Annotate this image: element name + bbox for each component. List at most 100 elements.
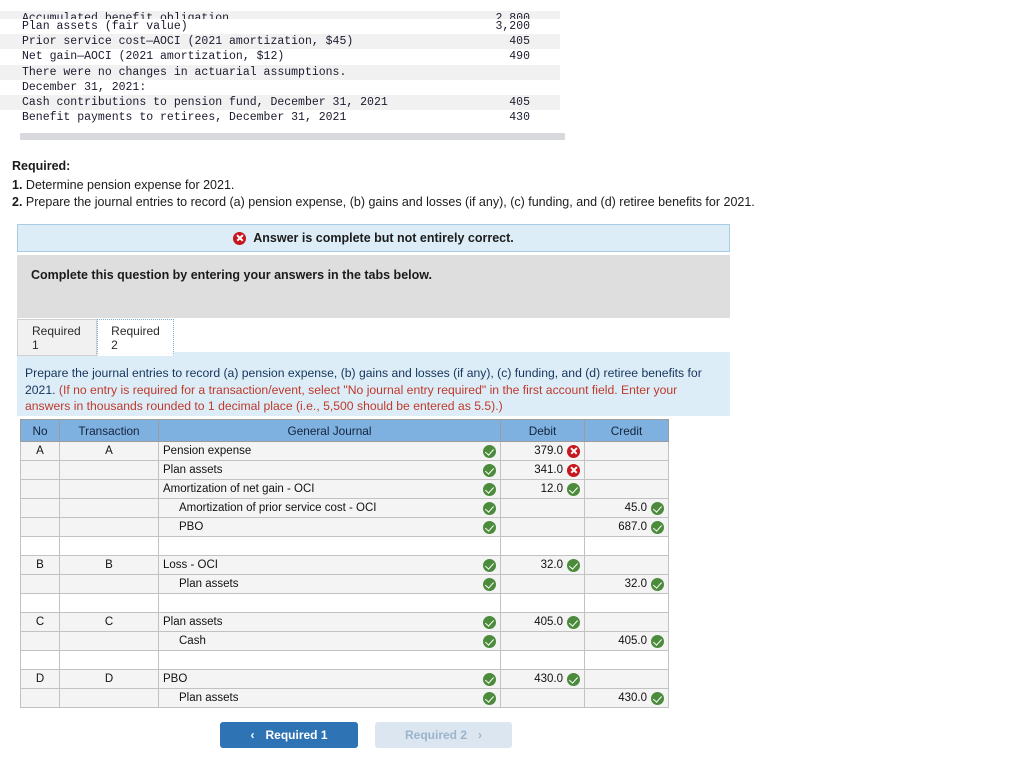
cell-account[interactable]: Plan assets: [158, 612, 501, 632]
account-name: Amortization of prior service cost - OCI: [179, 502, 377, 514]
check-circle-icon: [483, 577, 496, 591]
cell-account: [158, 536, 501, 556]
cell-no: [20, 517, 60, 537]
account-name: Pension expense: [163, 445, 252, 457]
fact-table-horizontal-scrollbar[interactable]: [20, 133, 565, 140]
cell-account[interactable]: Loss - OCI: [158, 555, 501, 575]
cell-no: [20, 688, 60, 708]
cell-transaction: A: [59, 441, 159, 461]
check-circle-icon: [651, 577, 664, 591]
cell-debit[interactable]: 341.0: [500, 460, 585, 480]
account-name: PBO: [179, 521, 204, 533]
journal-spacer-row: [20, 593, 669, 613]
journal-spacer-row: [20, 650, 669, 670]
cell-no: [20, 574, 60, 594]
prev-required-1-button[interactable]: ‹ Required 1: [220, 722, 358, 748]
cell-account[interactable]: Plan assets: [158, 460, 501, 480]
cell-credit[interactable]: [584, 555, 669, 575]
cell-no: [20, 650, 60, 670]
tab-required-2-label: Required 2: [111, 323, 160, 352]
cell-account[interactable]: Plan assets: [158, 574, 501, 594]
check-circle-icon: [483, 615, 496, 629]
required-item-1: 1. Determine pension expense for 2021.: [12, 177, 972, 195]
amount-value: 405.0: [618, 635, 647, 647]
fact-row: Cash contributions to pension fund, Dece…: [0, 94, 560, 111]
answer-status-alert: Answer is complete but not entirely corr…: [17, 224, 730, 252]
column-header-general-journal: General Journal: [158, 419, 501, 442]
account-name: Plan assets: [163, 616, 223, 628]
amount-value: 405.0: [534, 616, 563, 628]
cell-debit[interactable]: [500, 688, 585, 708]
cell-credit[interactable]: 32.0: [584, 574, 669, 594]
journal-header-row: No Transaction General Journal Debit Cre…: [20, 419, 669, 442]
amount-value: 379.0: [534, 445, 563, 457]
fact-row: Accumulated benefit obligation 2,800: [0, 11, 560, 19]
cell-account[interactable]: PBO: [158, 517, 501, 537]
column-header-credit: Credit: [584, 419, 669, 442]
cell-debit[interactable]: 430.0: [500, 669, 585, 689]
cell-transaction: [59, 479, 159, 499]
cell-transaction: [59, 460, 159, 480]
cell-account[interactable]: PBO: [158, 669, 501, 689]
cell-account[interactable]: Amortization of prior service cost - OCI: [158, 498, 501, 518]
fact-value: 405: [509, 95, 530, 109]
cell-credit[interactable]: 687.0: [584, 517, 669, 537]
amount-value: 45.0: [624, 502, 647, 514]
question-instruction-band: Complete this question by entering your …: [17, 255, 730, 318]
cell-debit[interactable]: 12.0: [500, 479, 585, 499]
tab-required-1[interactable]: Required 1: [17, 319, 97, 356]
cell-debit[interactable]: [500, 631, 585, 651]
cell-no: [20, 479, 60, 499]
cell-account[interactable]: Cash: [158, 631, 501, 651]
cell-credit[interactable]: [584, 441, 669, 461]
cell-debit[interactable]: 32.0: [500, 555, 585, 575]
cell-transaction: [59, 650, 159, 670]
fact-label: Accumulated benefit obligation: [22, 12, 230, 19]
journal-entry-row: D D PBO 430.0: [20, 669, 669, 689]
check-circle-icon: [483, 672, 496, 686]
cell-credit[interactable]: [584, 612, 669, 632]
cell-credit[interactable]: 430.0: [584, 688, 669, 708]
cell-debit[interactable]: 379.0: [500, 441, 585, 461]
journal-entry-instructions: Prepare the journal entries to record (a…: [17, 358, 730, 416]
journal-entry-row: PBO 687.0: [20, 517, 669, 537]
cell-credit[interactable]: [584, 669, 669, 689]
fact-value: 430: [509, 111, 530, 125]
fact-label: December 31, 2021:: [22, 80, 147, 94]
cell-debit[interactable]: [500, 498, 585, 518]
cell-debit: [500, 536, 585, 556]
cell-debit[interactable]: [500, 517, 585, 537]
tab-required-2[interactable]: Required 2: [97, 319, 174, 356]
next-required-2-label: Required 2: [404, 728, 467, 742]
cell-account[interactable]: Amortization of net gain - OCI: [158, 479, 501, 499]
x-circle-icon: [233, 231, 247, 245]
check-circle-icon: [567, 482, 580, 496]
account-name: Plan assets: [163, 464, 223, 476]
cell-debit[interactable]: 405.0: [500, 612, 585, 632]
cell-no: [20, 460, 60, 480]
amount-value: 32.0: [624, 578, 647, 590]
journal-entry-row: Plan assets 430.0: [20, 688, 669, 708]
cell-debit: [500, 593, 585, 613]
account-name: Loss - OCI: [163, 559, 218, 571]
cell-debit: [500, 650, 585, 670]
cell-debit[interactable]: [500, 574, 585, 594]
cell-transaction: [59, 536, 159, 556]
cell-credit[interactable]: 45.0: [584, 498, 669, 518]
cell-credit[interactable]: [584, 479, 669, 499]
journal-entry-row: B B Loss - OCI 32.0: [20, 555, 669, 575]
next-required-2-button[interactable]: Required 2 ›: [375, 722, 512, 748]
cell-credit[interactable]: 405.0: [584, 631, 669, 651]
account-name: Cash: [179, 635, 206, 647]
required-section: Required: 1. Determine pension expense f…: [12, 158, 972, 212]
journal-entry-row: Plan assets 341.0: [20, 460, 669, 480]
cell-credit[interactable]: [584, 460, 669, 480]
cell-transaction: [59, 593, 159, 613]
amount-value: 430.0: [618, 692, 647, 704]
cell-no: C: [20, 612, 60, 632]
fact-label: Benefit payments to retirees, December 3…: [22, 111, 347, 125]
cell-account[interactable]: Plan assets: [158, 688, 501, 708]
cell-account[interactable]: Pension expense: [158, 441, 501, 461]
cell-no: D: [20, 669, 60, 689]
journal-entry-row: Amortization of net gain - OCI 12.0: [20, 479, 669, 499]
